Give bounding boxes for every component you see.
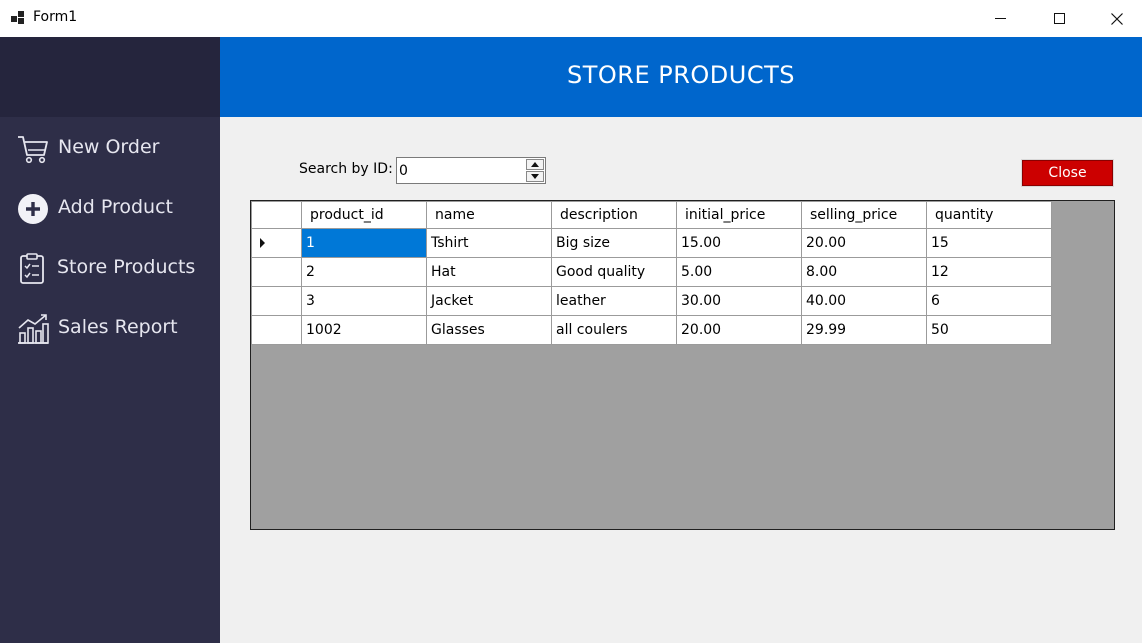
close-icon: [1111, 12, 1123, 25]
cart-icon: [18, 136, 48, 164]
sidebar-logo-area: [0, 37, 220, 117]
column-header[interactable]: description: [551, 201, 677, 229]
table-cell[interactable]: 40.00: [801, 286, 927, 316]
sidebar-item-store-products[interactable]: Store Products: [0, 244, 220, 294]
chart-icon: [18, 314, 49, 344]
title-bar: Form1: [0, 0, 1142, 37]
table-cell[interactable]: 15.00: [676, 228, 802, 258]
arrow-down-icon: [531, 174, 539, 179]
minimize-icon: [994, 18, 1006, 19]
maximize-icon: [1053, 13, 1065, 24]
sidebar-item-add-product[interactable]: Add Product: [0, 184, 220, 234]
table-cell[interactable]: Glasses: [426, 315, 552, 345]
main-content: Search by ID: Close product_id name desc…: [220, 117, 1142, 643]
table-cell[interactable]: 20.00: [676, 315, 802, 345]
table-cell[interactable]: 2: [301, 257, 427, 287]
close-window-button[interactable]: [1088, 0, 1142, 37]
table-row[interactable]: 2 Hat Good quality 5.00 8.00 12: [251, 257, 1052, 287]
sidebar: New Order Add Product Store Products Sal…: [0, 37, 220, 643]
table-cell[interactable]: 1002: [301, 315, 427, 345]
table-cell[interactable]: 8.00: [801, 257, 927, 287]
table-cell[interactable]: 29.99: [801, 315, 927, 345]
sidebar-item-label: Sales Report: [58, 316, 178, 338]
sidebar-item-label: Add Product: [58, 196, 173, 218]
maximize-button[interactable]: [1030, 0, 1088, 37]
row-header[interactable]: [251, 315, 302, 345]
table-cell[interactable]: 12: [926, 257, 1052, 287]
sidebar-item-label: Store Products: [57, 256, 196, 278]
products-grid[interactable]: product_id name description initial_pric…: [250, 200, 1115, 530]
header-bar: STORE PRODUCTS: [220, 37, 1142, 117]
table-cell[interactable]: Good quality: [551, 257, 677, 287]
row-header[interactable]: [251, 228, 302, 258]
column-header[interactable]: product_id: [301, 201, 427, 229]
app-icon: [11, 11, 27, 25]
products-table: product_id name description initial_pric…: [251, 201, 1052, 345]
table-cell[interactable]: 1: [301, 228, 427, 258]
table-cell[interactable]: Tshirt: [426, 228, 552, 258]
sidebar-item-sales-report[interactable]: Sales Report: [0, 304, 220, 354]
table-header-row: product_id name description initial_pric…: [251, 201, 1052, 229]
table-cell[interactable]: all coulers: [551, 315, 677, 345]
table-row[interactable]: 3 Jacket leather 30.00 40.00 6: [251, 286, 1052, 316]
minimize-button[interactable]: [971, 0, 1029, 37]
table-cell[interactable]: 6: [926, 286, 1052, 316]
table-cell[interactable]: 15: [926, 228, 1052, 258]
search-label: Search by ID:: [299, 161, 393, 177]
spin-down-button[interactable]: [526, 171, 544, 182]
search-stepper[interactable]: [396, 157, 546, 184]
close-button[interactable]: Close: [1021, 159, 1114, 187]
window-title: Form1: [33, 9, 78, 25]
column-header[interactable]: name: [426, 201, 552, 229]
arrow-up-icon: [531, 162, 539, 167]
row-header[interactable]: [251, 257, 302, 287]
table-cell[interactable]: 3: [301, 286, 427, 316]
clipboard-icon: [20, 253, 44, 284]
sidebar-item-new-order[interactable]: New Order: [0, 124, 220, 174]
table-cell[interactable]: Hat: [426, 257, 552, 287]
spin-up-button[interactable]: [526, 159, 544, 170]
column-header[interactable]: initial_price: [676, 201, 802, 229]
table-cell[interactable]: 50: [926, 315, 1052, 345]
page-title: STORE PRODUCTS: [567, 61, 795, 89]
table-cell[interactable]: leather: [551, 286, 677, 316]
row-header-corner: [251, 201, 302, 229]
table-cell[interactable]: 20.00: [801, 228, 927, 258]
table-row[interactable]: 1002 Glasses all coulers 20.00 29.99 50: [251, 315, 1052, 345]
plus-circle-icon: [18, 194, 48, 224]
table-cell[interactable]: 30.00: [676, 286, 802, 316]
row-header[interactable]: [251, 286, 302, 316]
sidebar-item-label: New Order: [58, 136, 160, 158]
search-input[interactable]: [397, 158, 525, 183]
table-cell[interactable]: 5.00: [676, 257, 802, 287]
column-header[interactable]: quantity: [926, 201, 1052, 229]
current-row-arrow-icon: [260, 238, 265, 248]
table-row[interactable]: 1 Tshirt Big size 15.00 20.00 15: [251, 228, 1052, 258]
table-cell[interactable]: Big size: [551, 228, 677, 258]
column-header[interactable]: selling_price: [801, 201, 927, 229]
table-cell[interactable]: Jacket: [426, 286, 552, 316]
